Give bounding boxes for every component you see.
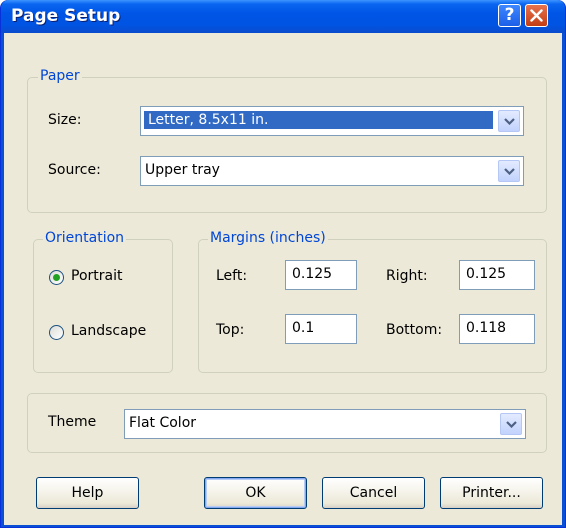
theme-value: Flat Color: [129, 415, 197, 431]
top-margin-field[interactable]: 0.1: [285, 314, 357, 344]
close-icon[interactable]: [525, 4, 548, 27]
size-dropdown[interactable]: Letter, 8.5x11 in.: [140, 106, 524, 136]
help-icon[interactable]: ?: [498, 4, 521, 27]
paper-group: Paper Size: Letter, 8.5x11 in. Source: U…: [27, 68, 547, 213]
size-label: Size:: [48, 112, 82, 128]
dropdown-arrow-icon[interactable]: [498, 110, 520, 132]
source-label: Source:: [48, 162, 101, 178]
margins-group: Margins (inches) Left: 0.125 Right: 0.12…: [198, 230, 547, 373]
dropdown-arrow-icon[interactable]: [500, 413, 522, 435]
portrait-radio[interactable]: [49, 270, 64, 285]
orientation-group: Orientation Portrait Landscape: [33, 230, 173, 373]
theme-label: Theme: [48, 414, 97, 430]
printer-button[interactable]: Printer...: [440, 477, 543, 509]
help-button[interactable]: Help: [36, 477, 139, 509]
left-margin-label: Left:: [216, 268, 248, 284]
title-bar[interactable]: Page Setup ?: [1, 0, 565, 33]
orientation-legend: Orientation: [43, 230, 127, 246]
margins-legend: Margins (inches): [208, 230, 328, 246]
right-margin-field[interactable]: 0.125: [459, 260, 535, 290]
left-margin-field[interactable]: 0.125: [285, 260, 357, 290]
dropdown-arrow-icon[interactable]: [498, 160, 520, 182]
portrait-label[interactable]: Portrait: [71, 268, 122, 284]
ok-button[interactable]: OK: [204, 477, 307, 509]
paper-legend: Paper: [38, 68, 82, 84]
source-value: Upper tray: [145, 162, 220, 178]
bottom-margin-field[interactable]: 0.118: [459, 314, 535, 344]
top-margin-label: Top:: [216, 322, 245, 338]
right-margin-label: Right:: [386, 268, 428, 284]
page-setup-window: Page Setup ? Paper Size: Letter, 8.5x11 …: [0, 0, 566, 528]
dialog-body: Paper Size: Letter, 8.5x11 in. Source: U…: [4, 33, 562, 525]
bottom-margin-label: Bottom:: [386, 322, 443, 338]
theme-group: Theme Flat Color: [27, 393, 547, 453]
window-title: Page Setup: [11, 6, 121, 26]
cancel-button[interactable]: Cancel: [322, 477, 425, 509]
source-dropdown[interactable]: Upper tray: [140, 156, 524, 186]
landscape-radio[interactable]: [49, 325, 64, 340]
size-value: Letter, 8.5x11 in.: [143, 110, 494, 130]
theme-dropdown[interactable]: Flat Color: [124, 409, 526, 439]
landscape-label[interactable]: Landscape: [71, 323, 146, 339]
